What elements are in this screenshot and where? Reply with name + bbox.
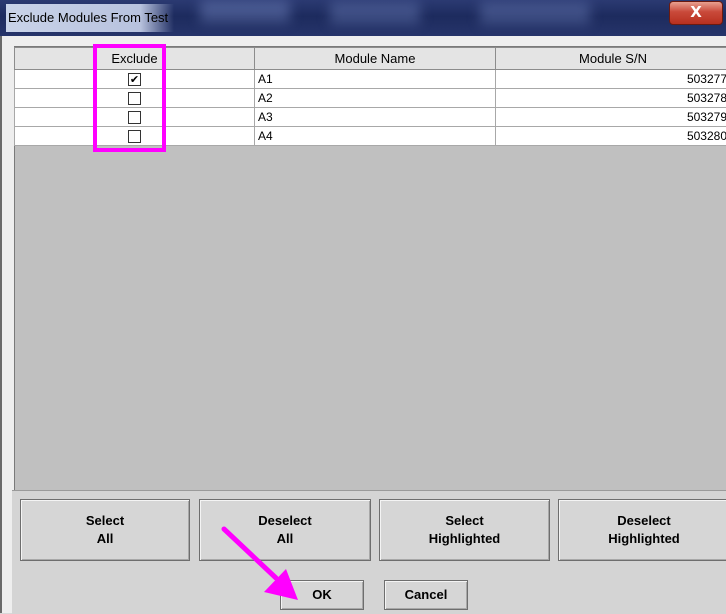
close-icon: X <box>690 3 702 21</box>
ok-button[interactable]: OK <box>280 580 364 610</box>
exclude-cell <box>15 127 255 146</box>
window-title: Exclude Modules From Test <box>6 4 174 32</box>
deselect-all-label: Deselect All <box>258 512 311 548</box>
exclude-cell <box>15 89 255 108</box>
module-sn-cell: 503280 <box>496 127 726 146</box>
button-panel: Select All Deselect All Select Highlight… <box>12 490 726 614</box>
select-all-label: Select All <box>86 512 124 548</box>
exclude-checkbox[interactable] <box>128 130 141 143</box>
table-row[interactable]: A2503278 <box>15 89 726 108</box>
select-highlighted-button[interactable]: Select Highlighted <box>379 499 550 561</box>
modules-table-area: Exclude Module Name Module S/N ✔ A1503277… <box>14 46 726 491</box>
module-name-cell: A2 <box>255 89 496 108</box>
table-row[interactable]: A3503279 <box>15 108 726 127</box>
title-bar-blur <box>200 0 290 22</box>
column-header-module-sn[interactable]: Module S/N <box>496 48 726 70</box>
close-button[interactable]: X <box>669 1 723 25</box>
cancel-button[interactable]: Cancel <box>384 580 468 610</box>
ok-label: OK <box>312 586 332 604</box>
deselect-all-button[interactable]: Deselect All <box>199 499 371 561</box>
select-highlighted-label: Select Highlighted <box>429 512 501 548</box>
module-name-cell: A4 <box>255 127 496 146</box>
column-header-module-name[interactable]: Module Name <box>255 48 496 70</box>
table-row[interactable]: ✔ A1503277 <box>15 70 726 89</box>
exclude-cell <box>15 108 255 127</box>
table-header-row: Exclude Module Name Module S/N <box>15 48 726 70</box>
module-name-cell: A3 <box>255 108 496 127</box>
deselect-highlighted-label: Deselect Highlighted <box>608 512 680 548</box>
exclude-checkbox[interactable]: ✔ <box>128 73 141 86</box>
exclude-checkbox[interactable] <box>128 92 141 105</box>
exclude-checkbox[interactable] <box>128 111 141 124</box>
title-bar-blur <box>480 2 590 24</box>
module-sn-cell: 503277 <box>496 70 726 89</box>
module-sn-cell: 503278 <box>496 89 726 108</box>
table-row[interactable]: A4503280 <box>15 127 726 146</box>
select-all-button[interactable]: Select All <box>20 499 190 561</box>
title-bar: Exclude Modules From Test X <box>0 0 726 36</box>
module-sn-cell: 503279 <box>496 108 726 127</box>
deselect-highlighted-button[interactable]: Deselect Highlighted <box>558 499 726 561</box>
cancel-label: Cancel <box>405 586 448 604</box>
modules-table: Exclude Module Name Module S/N ✔ A1503277… <box>14 47 726 146</box>
title-bar-blur <box>330 2 420 24</box>
column-header-exclude[interactable]: Exclude <box>15 48 255 70</box>
exclude-cell: ✔ <box>15 70 255 89</box>
module-name-cell: A1 <box>255 70 496 89</box>
